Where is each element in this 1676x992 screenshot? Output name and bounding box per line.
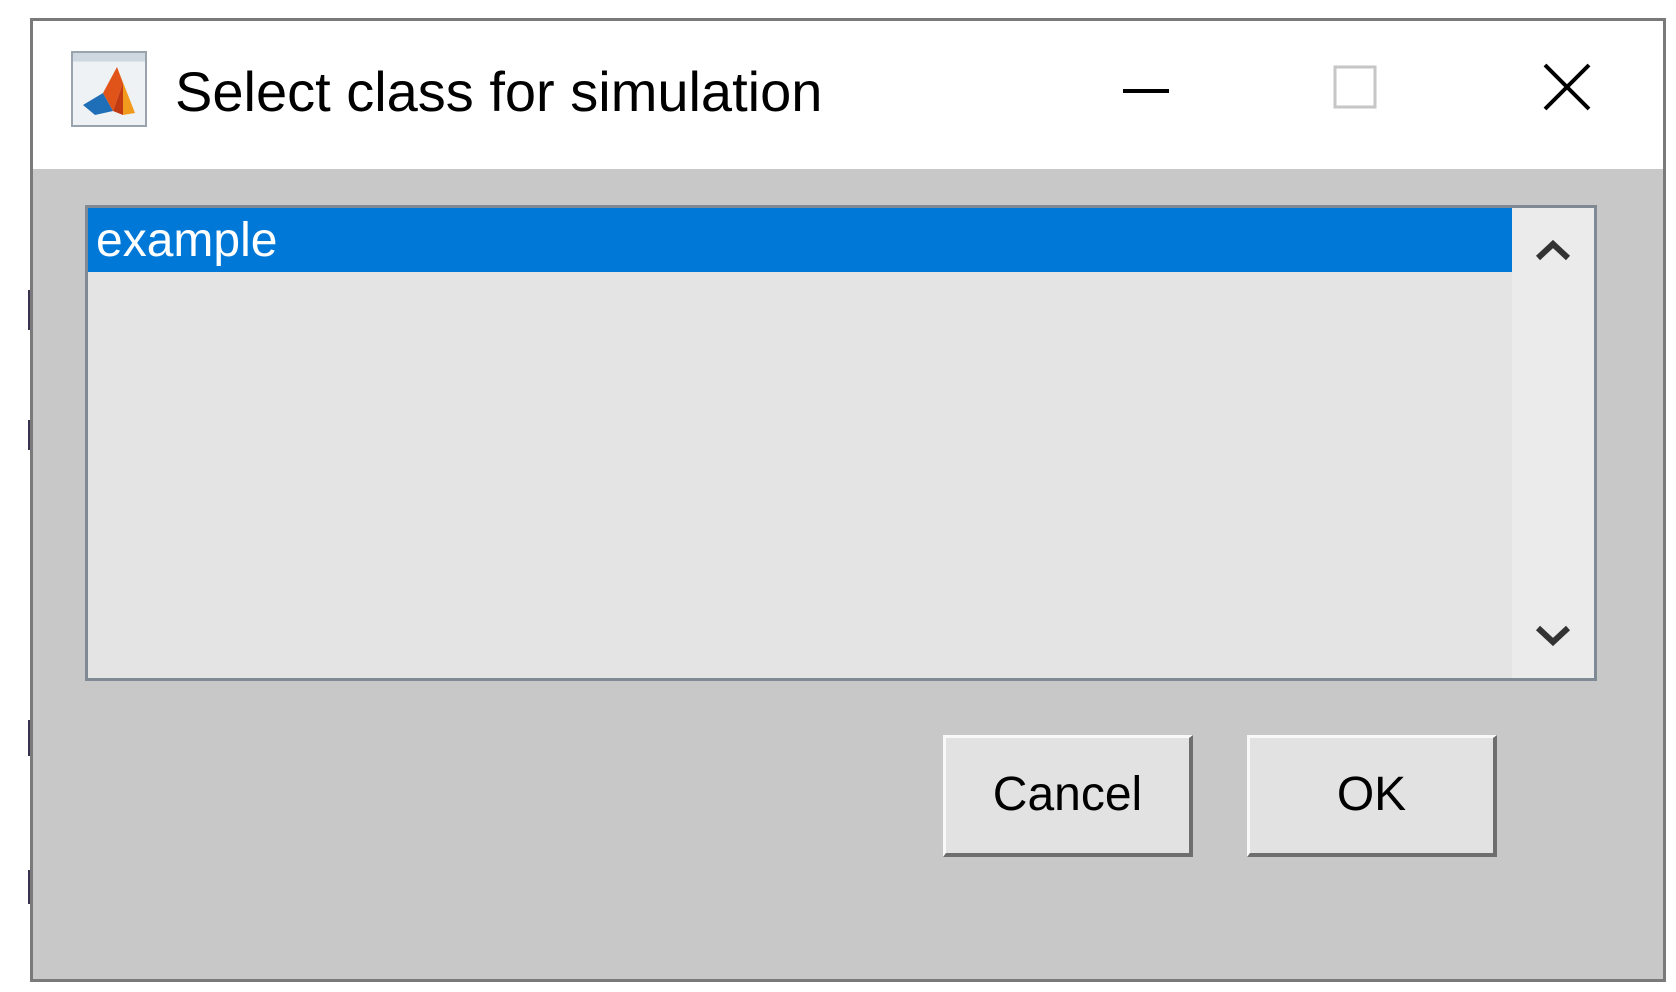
select-class-dialog: Select class for simulation example Canc…	[30, 18, 1666, 982]
title-bar[interactable]: Select class for simulation	[33, 21, 1663, 169]
scroll-up-button[interactable]	[1512, 208, 1594, 288]
class-listbox[interactable]: example	[85, 205, 1597, 681]
scrollbar-track[interactable]	[1512, 288, 1594, 598]
cancel-button[interactable]: Cancel	[943, 735, 1193, 857]
minimize-button[interactable]	[1091, 21, 1201, 169]
close-button[interactable]	[1511, 21, 1621, 169]
matlab-logo-icon	[71, 51, 147, 127]
maximize-icon	[1333, 65, 1377, 109]
maximize-button[interactable]	[1301, 21, 1411, 169]
ok-button[interactable]: OK	[1247, 735, 1497, 857]
list-items: example	[88, 208, 1512, 678]
minimize-icon	[1123, 89, 1169, 93]
chevron-down-icon	[1535, 625, 1571, 647]
scroll-down-button[interactable]	[1512, 598, 1594, 678]
close-icon	[1543, 63, 1591, 111]
vertical-scrollbar[interactable]	[1512, 208, 1594, 678]
window-title: Select class for simulation	[175, 60, 823, 123]
desktop-background	[0, 0, 32, 992]
chevron-up-icon	[1535, 239, 1571, 261]
list-item[interactable]: example	[88, 208, 1512, 272]
